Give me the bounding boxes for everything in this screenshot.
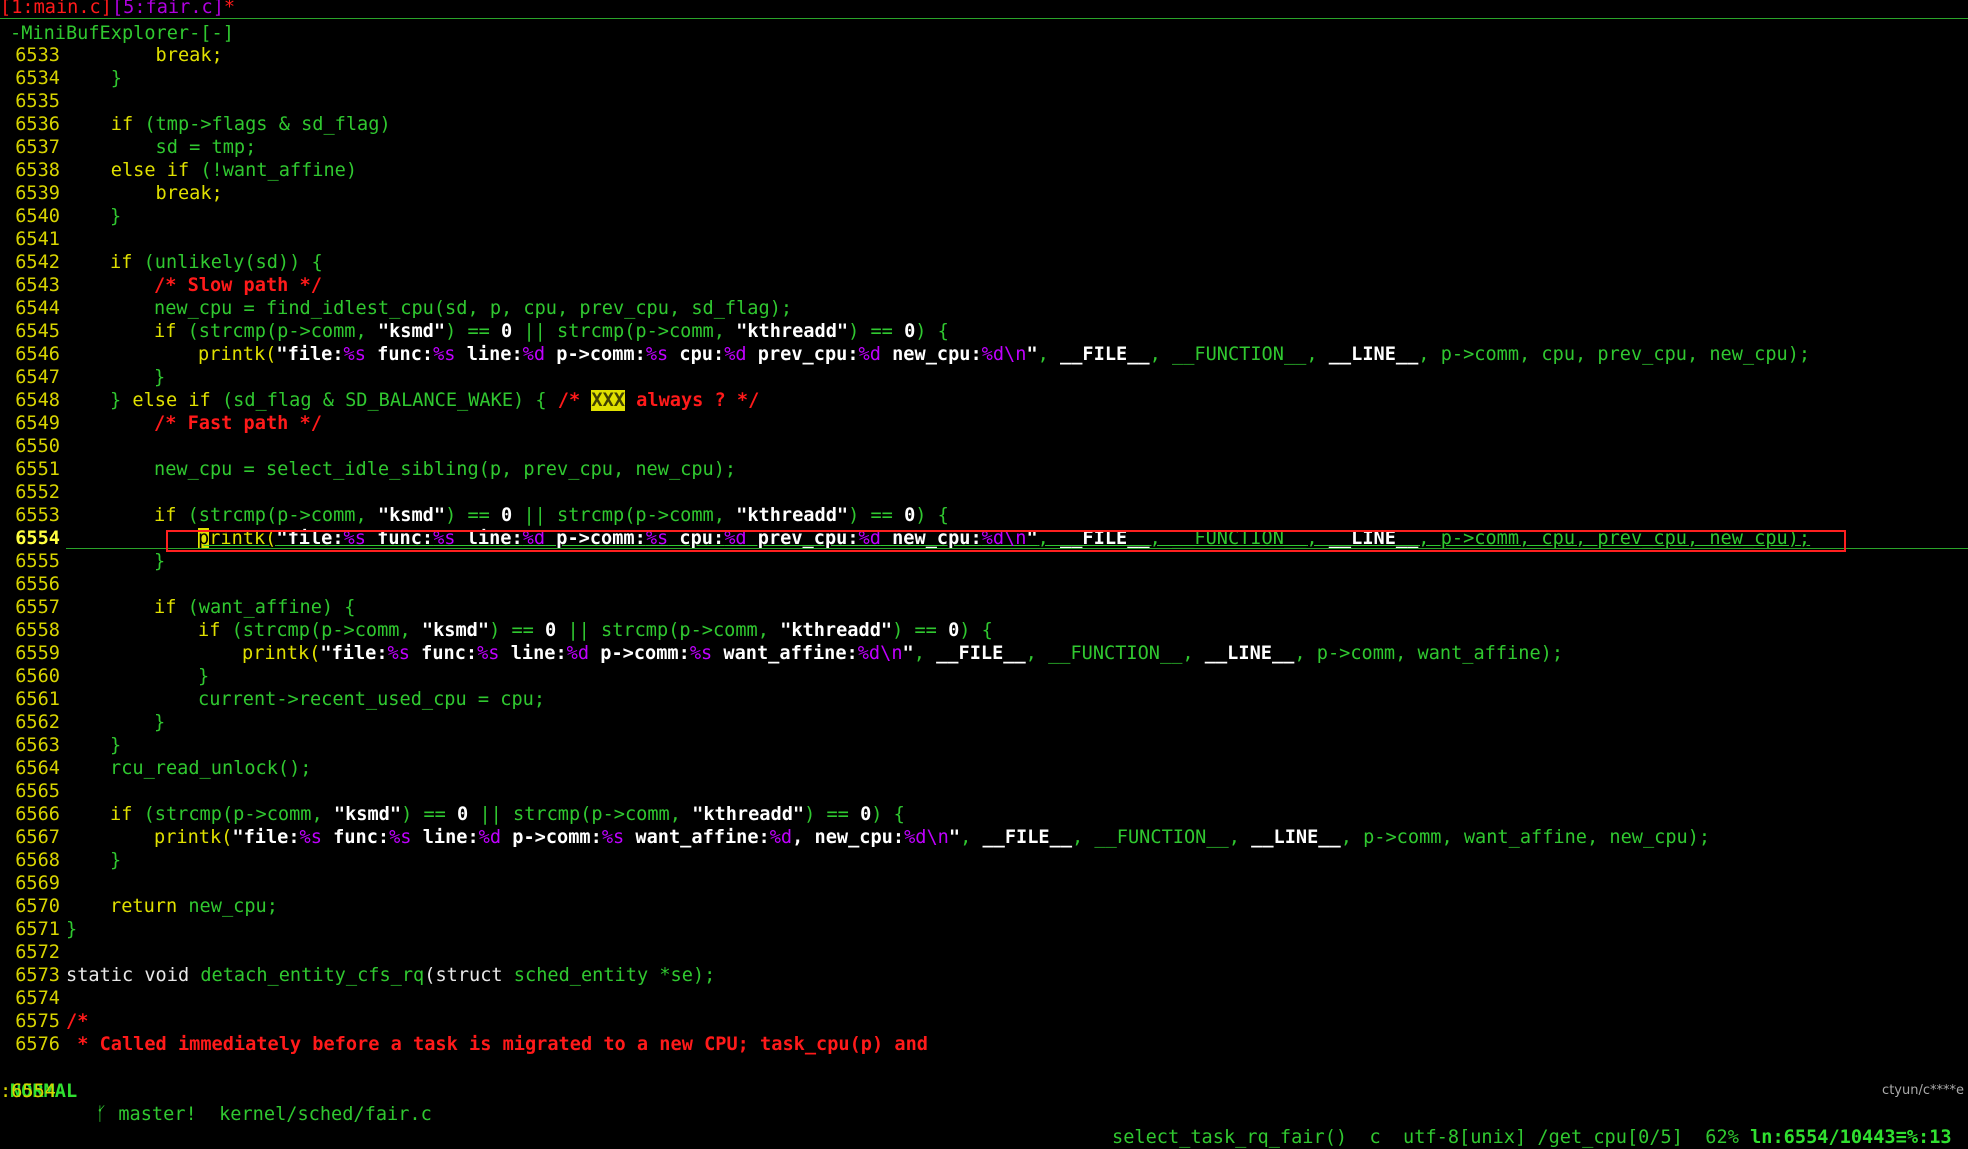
code-line: }	[110, 735, 122, 756]
line-number: 6535	[15, 91, 60, 112]
code-line: printk("file:%s func:%s line:%d p->comm:…	[242, 643, 1564, 664]
line-number: 6546	[15, 344, 60, 365]
line-number: 6556	[15, 574, 60, 595]
code-line: break;	[66, 183, 223, 204]
line-number: 6544	[15, 298, 60, 319]
line-number: 6557	[15, 597, 60, 618]
line-number: 6533	[15, 45, 60, 66]
code-line: if (strcmp(p->comm, "ksmd") == 0 || strc…	[110, 804, 905, 825]
code-line: else if (!want_affine)	[110, 160, 358, 181]
code-line: }	[110, 206, 122, 227]
code-line: }	[154, 551, 166, 572]
code-line: } else if (sd_flag & SD_BALANCE_WAKE) { …	[110, 390, 760, 411]
line-number: 6555	[15, 551, 60, 572]
line-number: 6575	[15, 1011, 60, 1032]
code-line: }	[198, 666, 210, 687]
line-number: 6551	[15, 459, 60, 480]
git-branch-file: ᚶ master! kernel/sched/fair.c	[96, 1104, 432, 1125]
status-line: NORMAL ᚶ master! kernel/sched/fair.c sel…	[0, 1057, 1968, 1148]
line-number: 6567	[15, 827, 60, 848]
line-number: 6536	[15, 114, 60, 135]
line-number: 6572	[15, 942, 60, 963]
line-number: 6573	[15, 965, 60, 986]
line-number: 6569	[15, 873, 60, 894]
code-line: }	[66, 68, 122, 89]
code-line: sd = tmp;	[66, 137, 257, 158]
line-number: 6563	[15, 735, 60, 756]
comment-line: /*	[66, 1011, 89, 1032]
code-line: }	[154, 712, 166, 733]
code-line: }	[66, 919, 78, 940]
code-line: printk("file:%s func:%s line:%d p->comm:…	[154, 827, 1711, 848]
comment-line: /* Slow path */	[154, 275, 322, 296]
code-line: }	[110, 850, 122, 871]
highlight-box	[166, 530, 1846, 552]
cursor-position: ln:6554/10443≡%:13 ≡	[1750, 1127, 1968, 1148]
line-number: 6565	[15, 781, 60, 802]
tab-line: [1:main.c][5:fair.c]*	[0, 0, 235, 19]
line-number: 6561	[15, 689, 60, 710]
comment-line: /* Fast path */	[154, 413, 322, 434]
line-number: 6537	[15, 137, 60, 158]
line-number: 6547	[15, 367, 60, 388]
line-number: 6571	[15, 919, 60, 940]
line-number: 6559	[15, 643, 60, 664]
code-line: current->recent_used_cpu = cpu;	[198, 689, 546, 710]
line-number: 6562	[15, 712, 60, 733]
code-line: if (strcmp(p->comm, "ksmd") == 0 || strc…	[154, 505, 949, 526]
modified-marker: *	[223, 0, 236, 18]
tab-main-c[interactable]: [1:main.c]	[0, 0, 112, 18]
line-number: 6549	[15, 413, 60, 434]
code-line: rcu_read_unlock();	[110, 758, 312, 779]
line-number: 6545	[15, 321, 60, 342]
line-number: 6540	[15, 206, 60, 227]
command-line[interactable]: :6554	[0, 1080, 56, 1103]
line-number: 6552	[15, 482, 60, 503]
line-number: 6542	[15, 252, 60, 273]
line-number: 6576	[15, 1034, 60, 1055]
line-number: 6574	[15, 988, 60, 1009]
code-line: if (tmp->flags & sd_flag)	[110, 114, 391, 135]
code-line: if (strcmp(p->comm, "ksmd") == 0 || strc…	[154, 321, 949, 342]
line-number: 6539	[15, 183, 60, 204]
tabline-separator	[0, 18, 1968, 19]
code-line: return new_cpu;	[110, 896, 278, 917]
line-number: 6538	[15, 160, 60, 181]
line-number: 6543	[15, 275, 60, 296]
comment-line: * Called immediately before a task is mi…	[66, 1034, 928, 1055]
line-number: 6553	[15, 505, 60, 526]
code-line: break;	[66, 45, 223, 66]
line-number: 6548	[15, 390, 60, 411]
line-number: 6541	[15, 229, 60, 250]
minibuf-explorer: -MiniBufExplorer-[-]	[10, 23, 234, 44]
line-number: 6554	[15, 528, 60, 549]
tab-fair-c[interactable]: [5:fair.c]	[112, 0, 224, 18]
code-line: printk("file:%s func:%s line:%d p->comm:…	[198, 344, 1811, 365]
code-line: }	[154, 367, 166, 388]
line-number: 6534	[15, 68, 60, 89]
line-number: 6570	[15, 896, 60, 917]
status-right: select_task_rq_fair() c utf-8[unix] /get…	[1112, 1126, 1968, 1149]
line-number: 6558	[15, 620, 60, 641]
line-number: 6550	[15, 436, 60, 457]
todo-highlight: XXX	[591, 390, 625, 411]
line-number: 6568	[15, 850, 60, 871]
code-line: static void detach_entity_cfs_rq(struct …	[66, 965, 716, 986]
code-line: new_cpu = find_idlest_cpu(sd, p, cpu, pr…	[154, 298, 793, 319]
line-number: 6566	[15, 804, 60, 825]
watermark: ctyun/c****e	[1882, 1083, 1964, 1098]
line-number: 6560	[15, 666, 60, 687]
code-line: if (strcmp(p->comm, "ksmd") == 0 || strc…	[198, 620, 993, 641]
code-line: new_cpu = select_idle_sibling(p, prev_cp…	[154, 459, 737, 480]
line-number: 6564	[15, 758, 60, 779]
code-line: if (want_affine) {	[154, 597, 356, 618]
code-line: if (unlikely(sd)) {	[110, 252, 323, 273]
